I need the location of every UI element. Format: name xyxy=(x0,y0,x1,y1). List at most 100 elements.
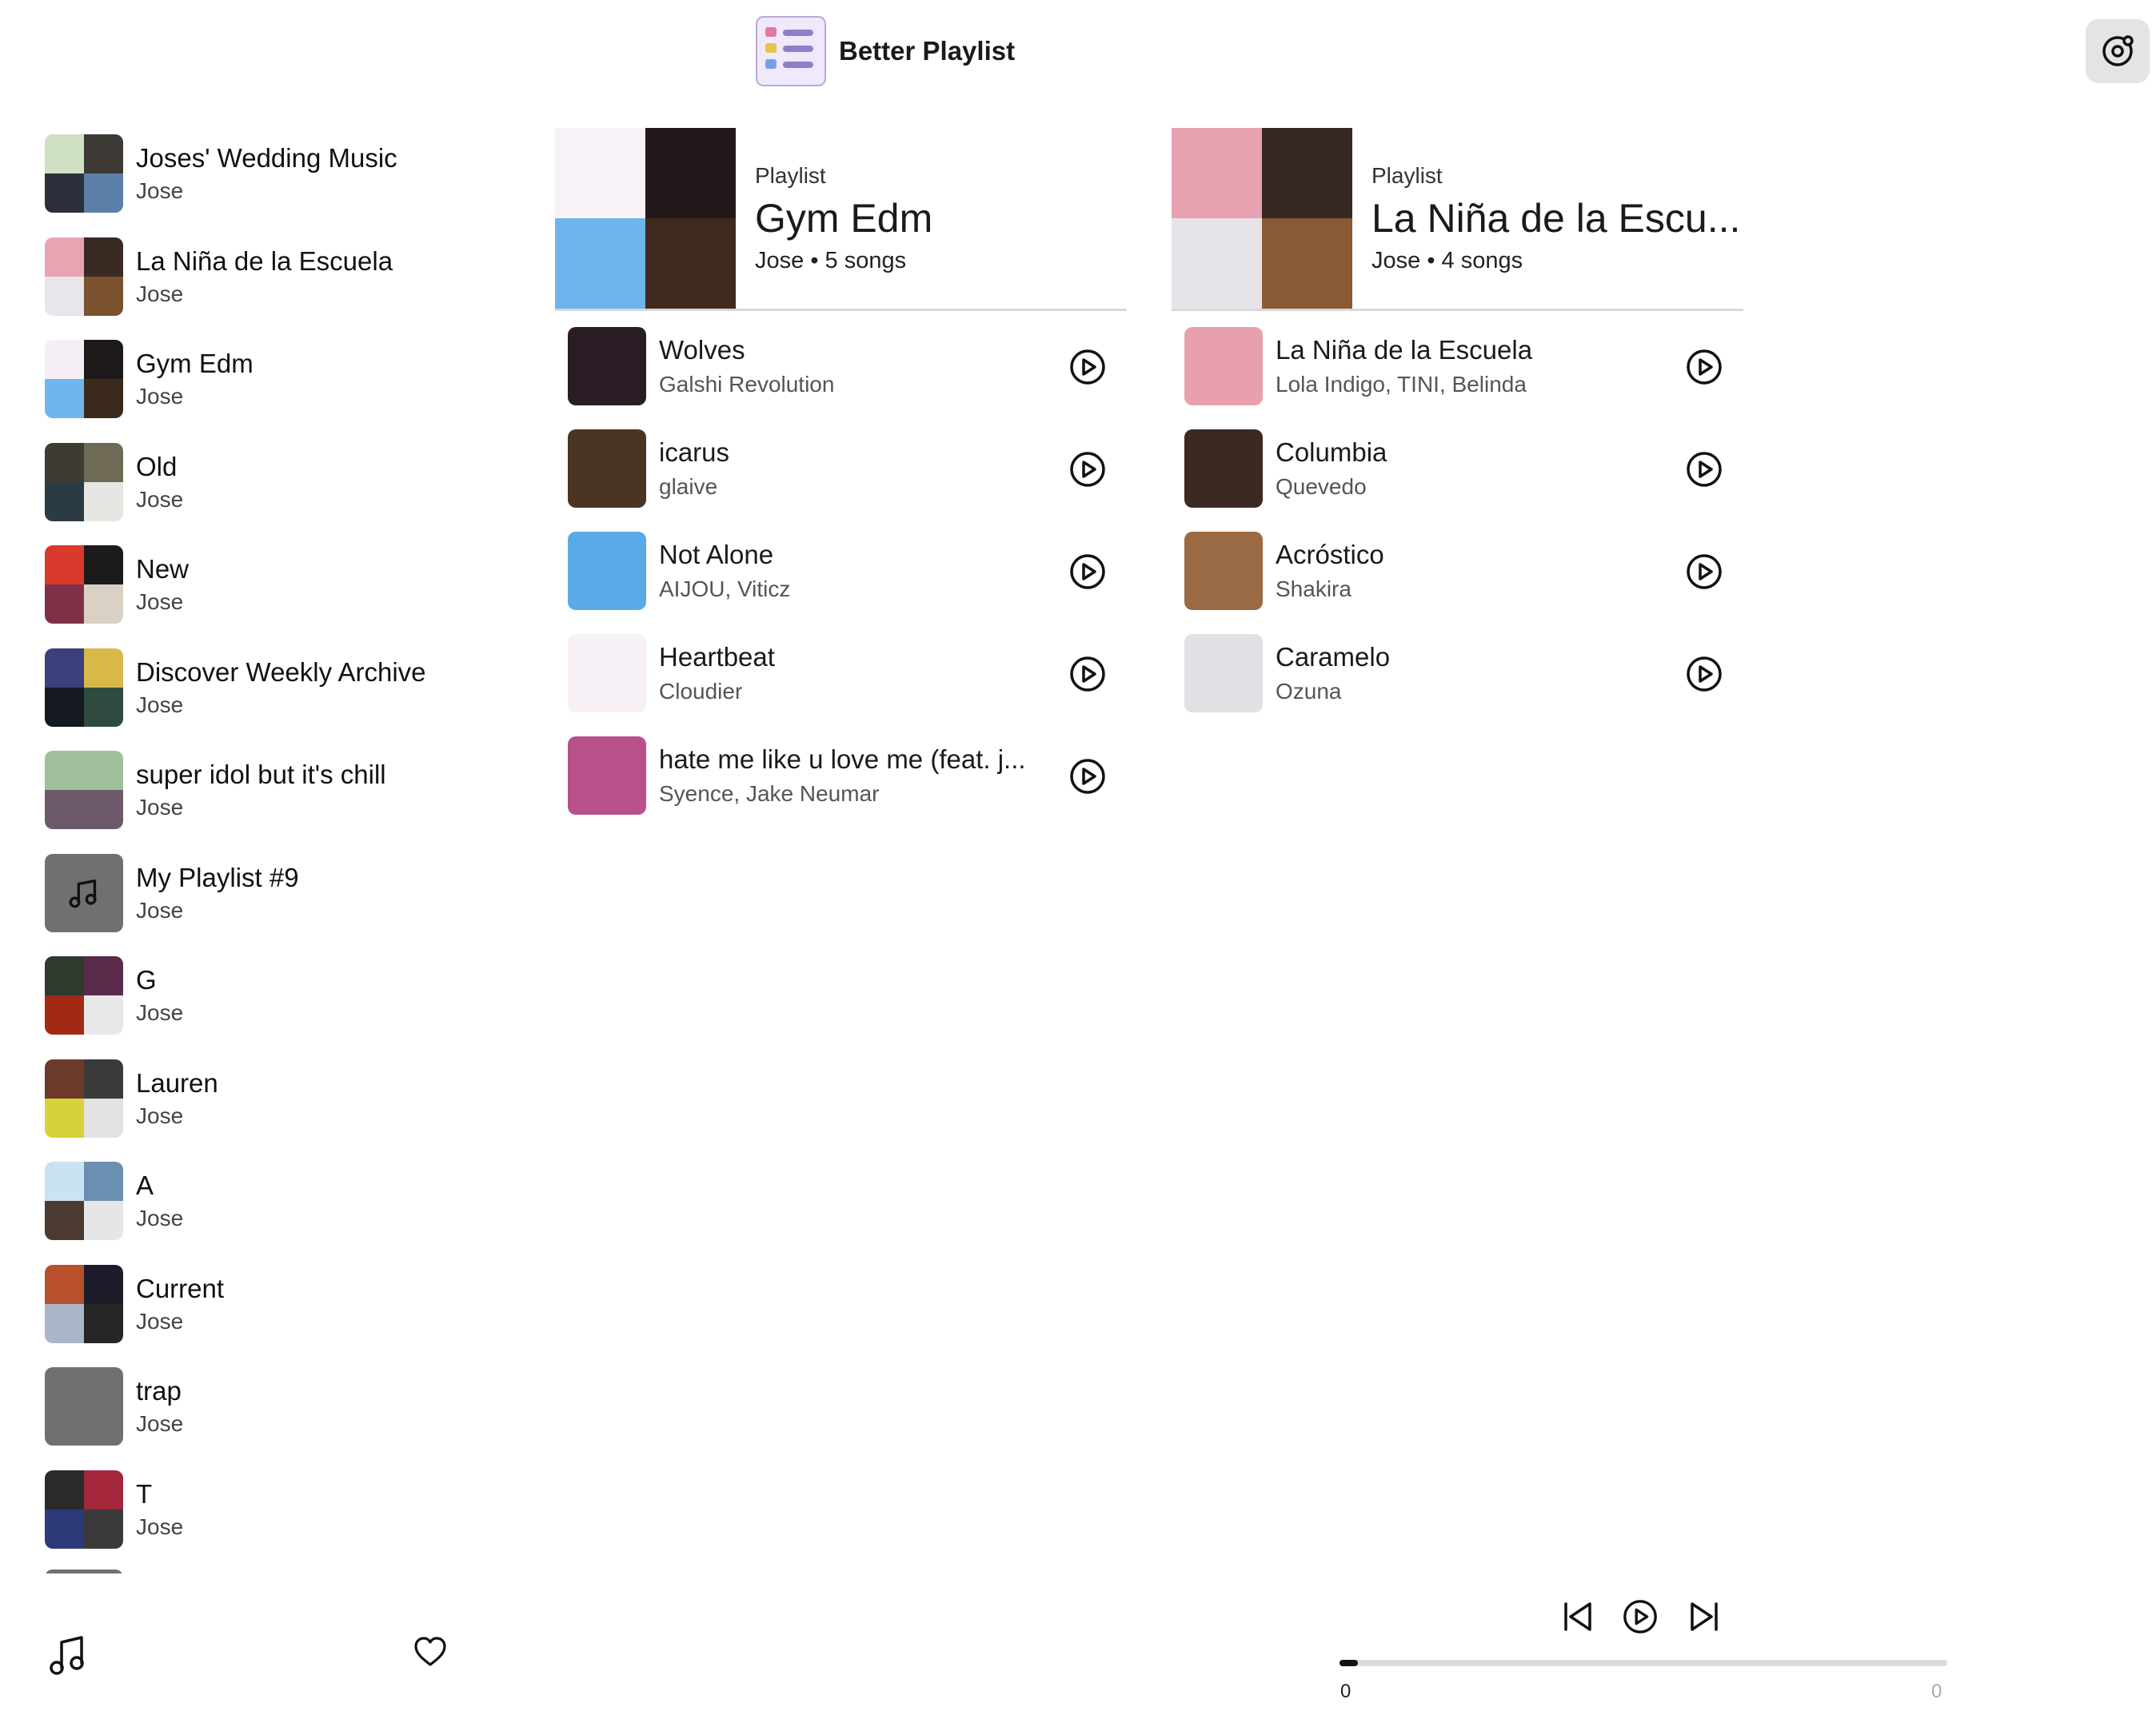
track-artwork xyxy=(1184,327,1263,405)
sidebar-playlist-item[interactable]: Lauren Jose xyxy=(45,1059,509,1138)
track-row[interactable]: Wolves Galshi Revolution xyxy=(568,327,1127,405)
skip-next-icon[interactable] xyxy=(1686,1597,1723,1636)
track-title: Not Alone xyxy=(659,540,774,569)
track-row[interactable]: hate me like u love me (feat. j... Syence… xyxy=(568,736,1127,815)
track-row[interactable]: Not Alone AIJOU, Viticz xyxy=(568,532,1127,610)
play-circle-icon[interactable] xyxy=(1068,450,1107,489)
sidebar-playlist-item[interactable]: Current Jose xyxy=(45,1264,509,1343)
playlist-owner: Jose xyxy=(136,281,184,306)
track-artwork xyxy=(1184,429,1263,508)
track-artist: Syence, Jake Neumar xyxy=(659,781,880,806)
playlist-name: My Playlist #9 xyxy=(136,862,299,892)
track-title: Wolves xyxy=(659,335,745,365)
spotify-settings-icon xyxy=(2102,35,2134,66)
playlist-thumbnail xyxy=(45,1059,123,1138)
heart-icon[interactable] xyxy=(413,1634,448,1669)
playlist-thumbnail xyxy=(45,237,123,316)
playlist-name: T xyxy=(136,1478,153,1509)
sidebar-playlist-item[interactable]: Joses' Wedding Music Jose xyxy=(45,134,509,213)
playlist-name: G xyxy=(136,965,157,995)
skip-previous-icon[interactable] xyxy=(1559,1597,1596,1636)
play-circle-icon[interactable] xyxy=(1685,552,1723,591)
playlist-cover xyxy=(1172,128,1352,309)
progress-bar[interactable] xyxy=(1340,1660,1947,1666)
playlist-thumbnail xyxy=(45,956,123,1035)
playlist-owner: Jose xyxy=(136,795,184,820)
track-title: Columbia xyxy=(1276,437,1387,467)
track-artist: Quevedo xyxy=(1276,474,1367,499)
sidebar-playlist-item[interactable]: Discover Weekly Archive Jose xyxy=(45,648,509,727)
track-artist: Cloudier xyxy=(659,679,743,704)
playlist-name: Discover Weekly Archive xyxy=(136,656,426,687)
track-artist: Lola Indigo, TINI, Belinda xyxy=(1276,372,1527,397)
play-circle-icon[interactable] xyxy=(1685,348,1723,386)
track-row[interactable]: Caramelo Ozuna xyxy=(1184,634,1743,712)
playlist-thumbnail xyxy=(45,1264,123,1343)
playlist-owner: Jose xyxy=(136,1514,184,1539)
track-title: Acróstico xyxy=(1276,540,1384,569)
track-list: La Niña de la Escuela Lola Indigo, TINI, … xyxy=(1172,327,1743,712)
sidebar-playlist-item[interactable]: New Jose xyxy=(45,545,509,624)
playlist-thumbnail xyxy=(45,545,123,624)
play-circle-icon[interactable] xyxy=(1068,655,1107,693)
play-circle-icon[interactable] xyxy=(1068,348,1107,386)
track-artist: Shakira xyxy=(1276,576,1351,601)
playlist-owner: Jose xyxy=(136,1206,184,1230)
play-circle-icon[interactable] xyxy=(1622,1597,1659,1636)
track-list: Wolves Galshi Revolution icarus glaive Not A… xyxy=(555,327,1127,815)
sidebar-playlist-item[interactable]: Gym Edm Jose xyxy=(45,340,509,418)
track-artwork xyxy=(568,634,646,712)
playlist-owner: Jose xyxy=(136,1411,184,1436)
playlist-name: Gym Edm xyxy=(136,349,254,378)
play-circle-icon[interactable] xyxy=(1685,655,1723,693)
app-title: Better Playlist xyxy=(839,36,1016,66)
track-title: Heartbeat xyxy=(659,642,775,672)
music-note-icon[interactable] xyxy=(48,1631,86,1679)
sidebar-playlist-item[interactable]: trap Jose xyxy=(45,1367,509,1446)
play-circle-icon[interactable] xyxy=(1068,757,1107,796)
playlist-thumbnail xyxy=(45,442,123,521)
track-row[interactable]: Acróstico Shakira xyxy=(1184,532,1743,610)
track-title: icarus xyxy=(659,437,730,467)
playlist-owner: Jose xyxy=(136,1000,184,1025)
playlist-name: Current xyxy=(136,1273,225,1303)
playlist-thumbnail xyxy=(45,853,123,932)
track-row[interactable]: Columbia Quevedo xyxy=(1184,429,1743,508)
sidebar-playlist-item[interactable]: super idol but it's chill Jose xyxy=(45,751,509,829)
playlist-thumbnail xyxy=(45,134,123,213)
track-row[interactable]: La Niña de la Escuela Lola Indigo, TINI, … xyxy=(1184,327,1743,405)
play-circle-icon[interactable] xyxy=(1068,552,1107,591)
settings-button[interactable] xyxy=(2086,19,2150,83)
sidebar-playlist-item[interactable]: G Jose xyxy=(45,956,509,1035)
playlist-meta: Jose • 4 songs xyxy=(1371,247,1523,273)
sidebar-playlist-item[interactable]: T Jose xyxy=(45,1470,509,1549)
total-time: 0 xyxy=(1931,1681,1942,1702)
track-artist: Ozuna xyxy=(1276,679,1342,704)
current-time: 0 xyxy=(1340,1681,1351,1702)
playlist-panel-1: Playlist La Niña de la Escu... Jose • 4 … xyxy=(1172,128,1743,736)
track-row[interactable]: Heartbeat Cloudier xyxy=(568,634,1127,712)
track-artwork xyxy=(1184,532,1263,610)
playlist-name: New xyxy=(136,554,190,584)
playlist-owner: Jose xyxy=(136,486,184,512)
playlist-title: Gym Edm xyxy=(755,195,933,241)
track-artwork xyxy=(568,327,646,405)
playlist-name: Old xyxy=(136,451,178,481)
sidebar-playlist-item[interactable]: My Playlist #9 Jose xyxy=(45,853,509,932)
sidebar-playlist-item[interactable]: A Jose xyxy=(45,1162,509,1240)
sidebar-playlist-item[interactable]: Old Jose xyxy=(45,442,509,521)
sidebar-playlist-item[interactable]: La Niña de la Escuela Jose xyxy=(45,237,509,316)
play-circle-icon[interactable] xyxy=(1685,450,1723,489)
playlist-owner: Jose xyxy=(136,1308,184,1334)
playlist-owner: Jose xyxy=(136,692,184,717)
playlist-logo-icon xyxy=(756,16,826,86)
playlist-thumbnail xyxy=(45,1162,123,1240)
track-artwork xyxy=(1184,634,1263,712)
playlist-thumbnail xyxy=(45,1367,123,1446)
track-row[interactable]: icarus glaive xyxy=(568,429,1127,508)
app-header: Better Playlist xyxy=(756,16,1015,86)
playlist-sidebar[interactable]: Joses' Wedding Music Jose La Niña de la Es… xyxy=(0,120,520,1573)
playlist-header: Playlist Gym Edm Jose • 5 songs xyxy=(555,128,1127,311)
track-title: hate me like u love me (feat. j... xyxy=(659,744,1026,774)
playlist-name: Joses' Wedding Music xyxy=(136,143,397,173)
